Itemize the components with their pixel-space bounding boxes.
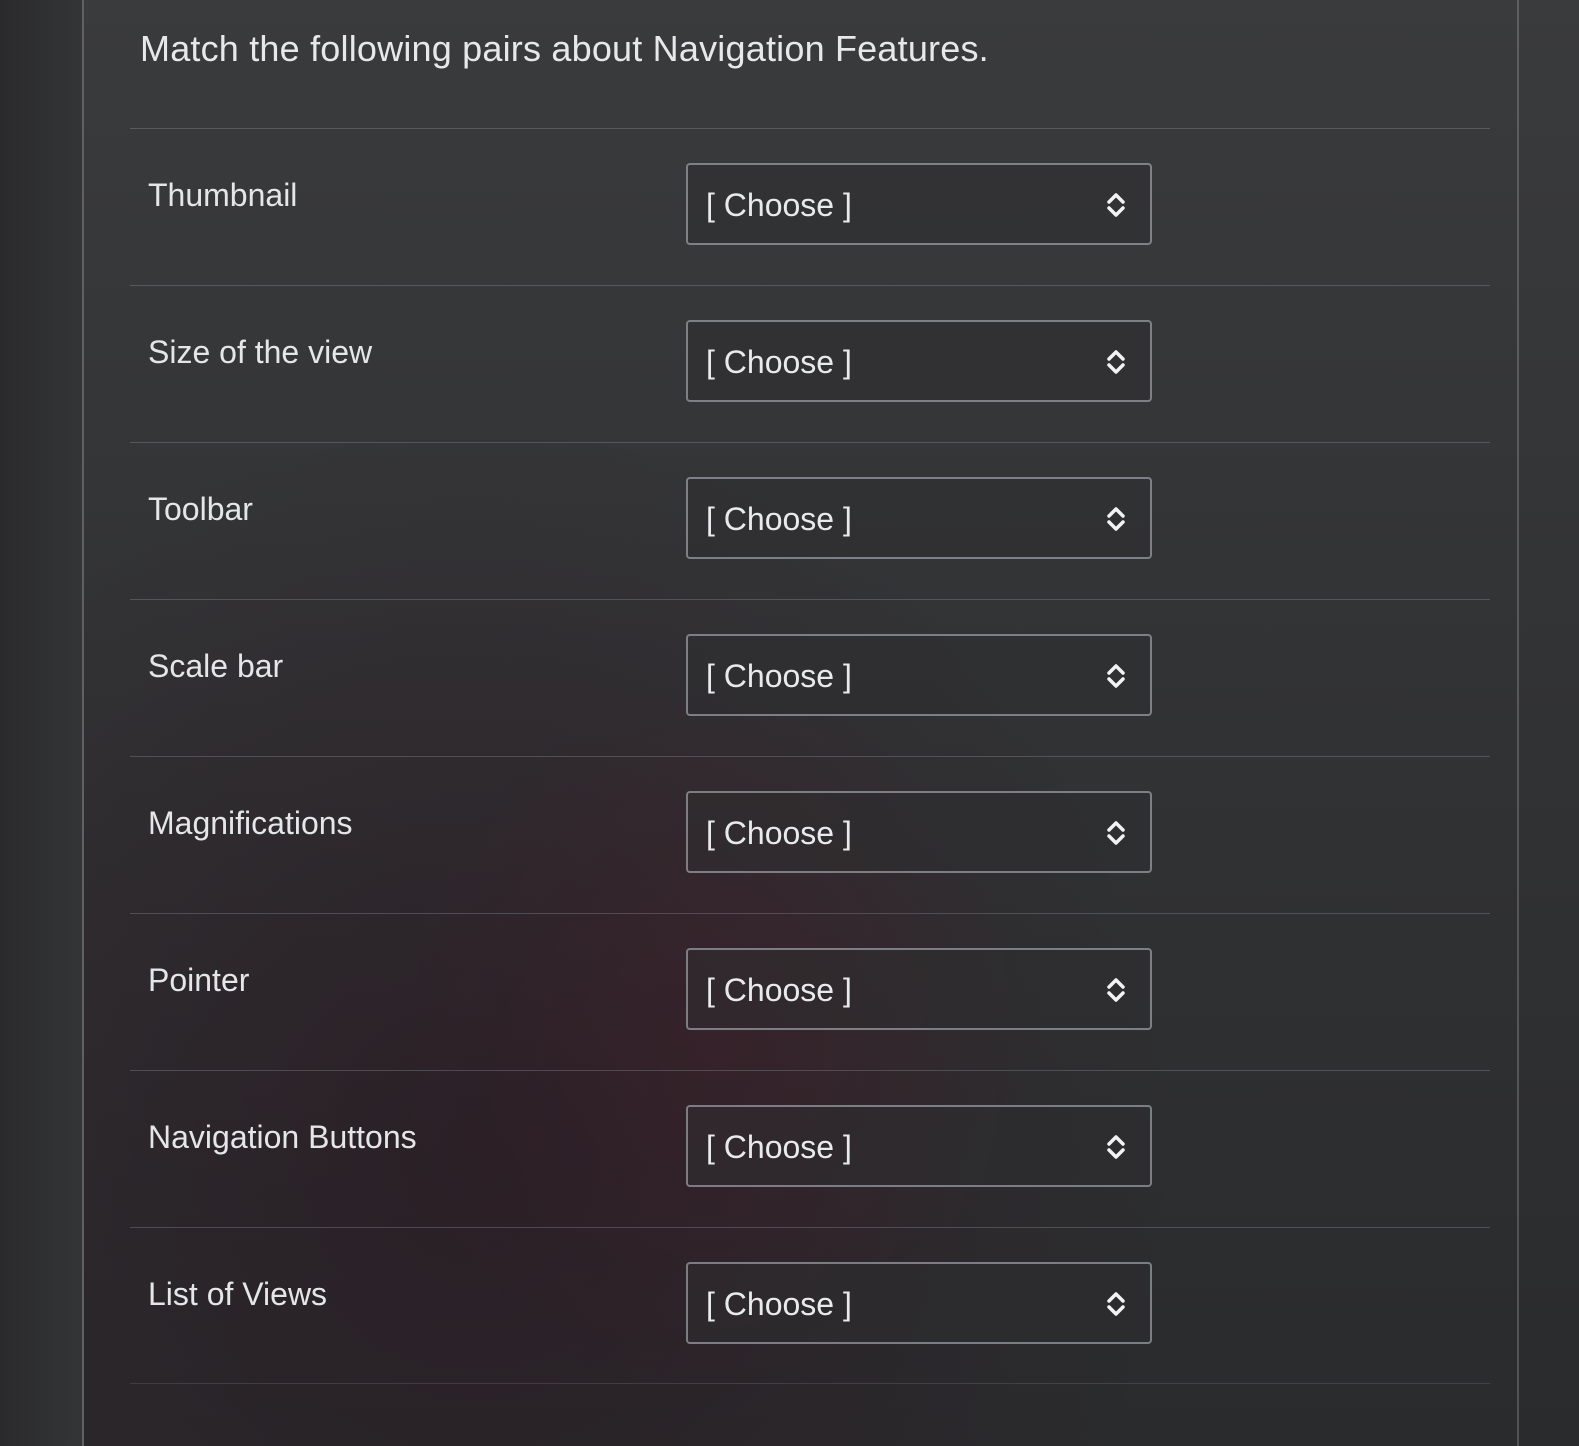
up-down-chevron-icon: [1107, 507, 1125, 531]
answer-select[interactable]: [ Choose ]: [686, 477, 1152, 559]
answer-select[interactable]: [ Choose ]: [686, 1105, 1152, 1187]
match-row-navigation-buttons: Navigation Buttons [ Choose ]: [130, 1070, 1490, 1227]
match-label: Magnifications: [148, 805, 353, 841]
match-label: Thumbnail: [148, 177, 298, 213]
matching-pairs-list: Thumbnail [ Choose ] Size of the view [ …: [130, 128, 1490, 1384]
match-row-pointer: Pointer [ Choose ]: [130, 913, 1490, 1070]
match-label: Toolbar: [148, 491, 253, 527]
answer-select[interactable]: [ Choose ]: [686, 948, 1152, 1030]
select-value: [ Choose ]: [706, 501, 852, 537]
match-row-thumbnail: Thumbnail [ Choose ]: [130, 128, 1490, 285]
up-down-chevron-icon: [1107, 350, 1125, 374]
answer-select[interactable]: [ Choose ]: [686, 320, 1152, 402]
up-down-chevron-icon: [1107, 1135, 1125, 1159]
match-label: Scale bar: [148, 648, 284, 684]
answer-select[interactable]: [ Choose ]: [686, 634, 1152, 716]
match-row-toolbar: Toolbar [ Choose ]: [130, 442, 1490, 599]
up-down-chevron-icon: [1107, 193, 1125, 217]
answer-select[interactable]: [ Choose ]: [686, 1262, 1152, 1344]
page-right-margin: [1517, 0, 1579, 1446]
match-row-magnifications: Magnifications [ Choose ]: [130, 756, 1490, 913]
select-value: [ Choose ]: [706, 187, 852, 223]
match-label: List of Views: [148, 1276, 328, 1312]
select-value: [ Choose ]: [706, 815, 852, 851]
answer-select[interactable]: [ Choose ]: [686, 791, 1152, 873]
match-label: Navigation Buttons: [148, 1119, 417, 1155]
match-label: Size of the view: [148, 334, 373, 370]
match-label: Pointer: [148, 962, 250, 998]
match-row-size-of-view: Size of the view [ Choose ]: [130, 285, 1490, 442]
up-down-chevron-icon: [1107, 821, 1125, 845]
screen: Match the following pairs about Navigati…: [0, 0, 1579, 1446]
up-down-chevron-icon: [1107, 664, 1125, 688]
select-value: [ Choose ]: [706, 1286, 852, 1322]
answer-select[interactable]: [ Choose ]: [686, 163, 1152, 245]
select-value: [ Choose ]: [706, 344, 852, 380]
up-down-chevron-icon: [1107, 978, 1125, 1002]
match-row-scale-bar: Scale bar [ Choose ]: [130, 599, 1490, 756]
page-left-margin: [0, 0, 84, 1446]
select-value: [ Choose ]: [706, 972, 852, 1008]
up-down-chevron-icon: [1107, 1292, 1125, 1316]
select-value: [ Choose ]: [706, 658, 852, 694]
match-row-list-of-views: List of Views [ Choose ]: [130, 1227, 1490, 1384]
select-value: [ Choose ]: [706, 1129, 852, 1165]
question-title: Match the following pairs about Navigati…: [140, 28, 989, 69]
